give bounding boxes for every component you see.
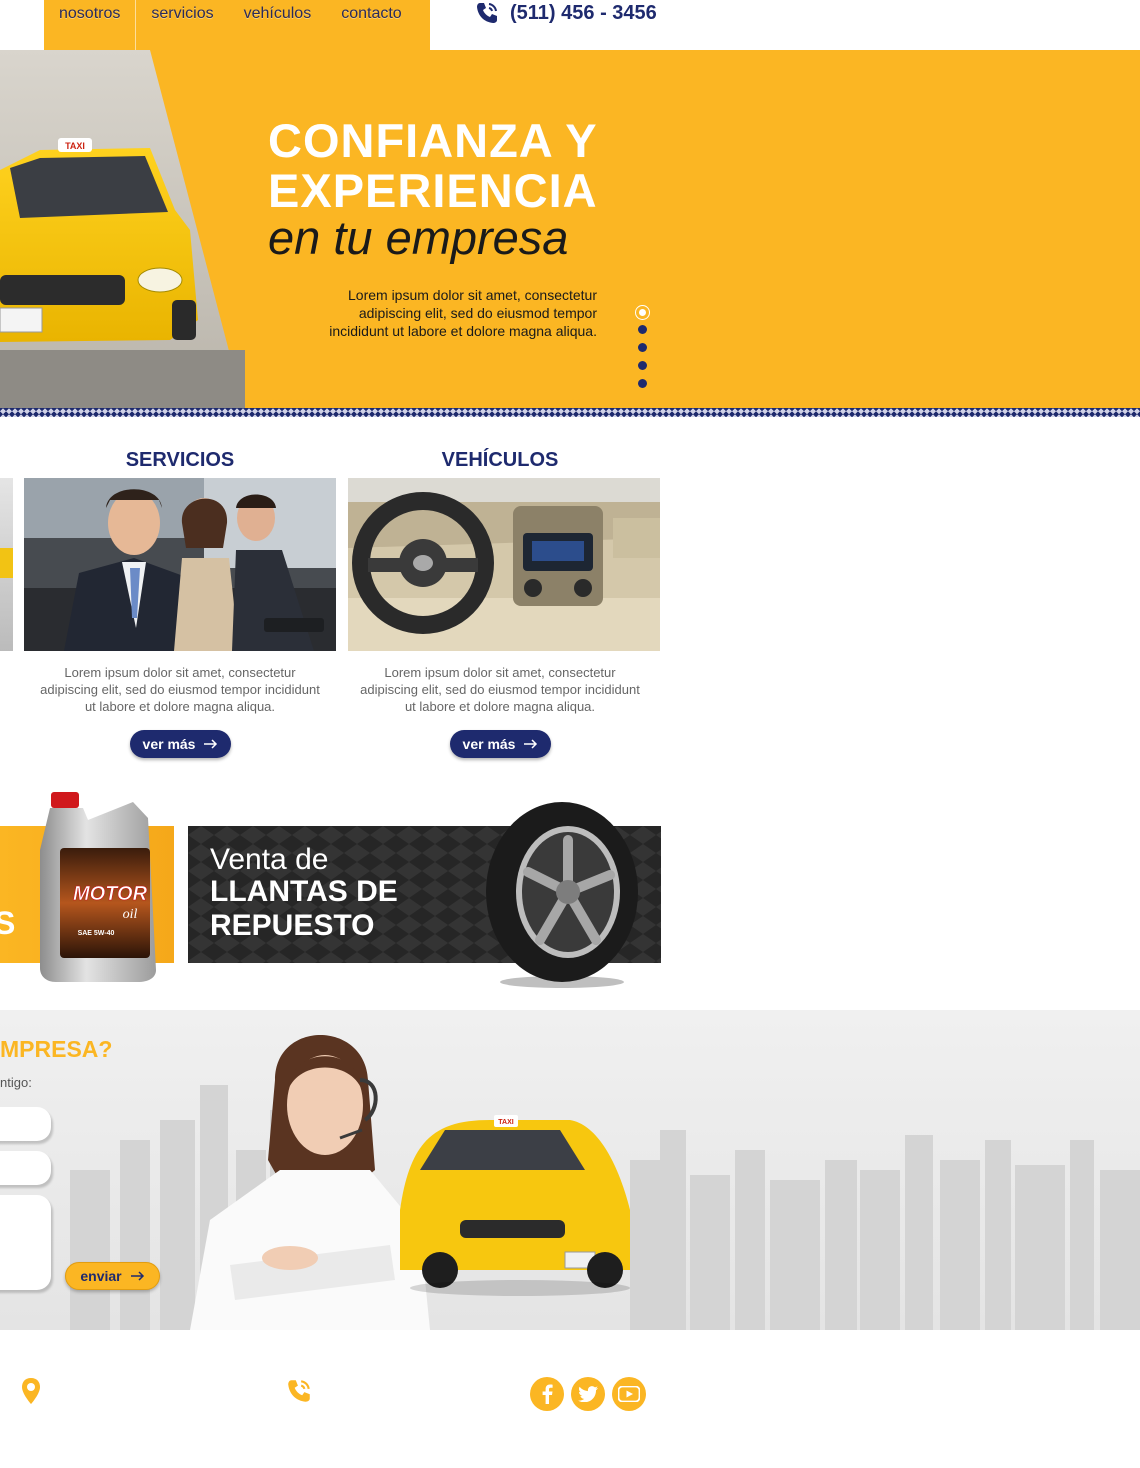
nav-item-contacto[interactable]: contacto [326,0,416,50]
tires-line1: Venta de [210,843,329,876]
nav-item-vehiculos[interactable]: vehículos [229,0,327,50]
email-field[interactable] [0,1151,51,1185]
arrow-right-icon [204,739,218,749]
checkered-divider [0,408,1140,417]
top-bar: nosotros servicios vehículos contacto (5… [0,0,1140,50]
hero-taxi-photo: TAXI [0,50,245,412]
arrow-right-icon [524,739,538,749]
phone-icon [477,3,497,23]
card-text-servicios: Lorem ipsum dolor sit amet, consectetur … [40,665,320,714]
twitter-link[interactable] [571,1377,605,1411]
hero-description: Lorem ipsum dolor sit amet, consectetur … [329,287,597,339]
card-image-vehiculos [348,478,660,651]
oil-brand-text: MOTOR [73,883,148,905]
nav-item-nosotros[interactable]: nosotros [44,0,137,50]
facebook-link[interactable] [530,1377,564,1411]
message-field[interactable] [0,1195,51,1290]
hero-title: CONFIANZA Y EXPERIENCIA en tu empresa [268,114,608,264]
arrow-right-icon [130,1271,144,1281]
contact-title: MPRESA? [0,1036,113,1062]
card-title-vehiculos: VEHÍCULOS [441,449,559,471]
slider-dot-1[interactable] [636,306,649,319]
slider-dot-2[interactable] [637,325,647,334]
motor-oil-bottle: MOTOR oil SAE 5W-40 [40,792,156,982]
youtube-icon [618,1386,640,1402]
main-nav: nosotros servicios vehículos contacto [44,0,430,50]
hero-banner: TAXI CONFIANZA Y EXPERIENCIA en tu empre… [0,50,1140,412]
oil-sub-text: oil [123,907,138,922]
name-field[interactable] [0,1107,51,1141]
slider-dot-3[interactable] [637,343,647,352]
svg-text:TAXI: TAXI [498,1119,513,1126]
facebook-icon [542,1384,553,1404]
send-button[interactable]: enviar [65,1262,160,1290]
slider-dot-5[interactable] [637,379,647,388]
servicios-more-button[interactable]: ver más [130,730,231,758]
operator-with-taxi: TAXI [190,1035,630,1330]
hero-title-line3: en tu empresa [268,211,569,264]
vehiculos-more-label: ver más [462,736,516,752]
phone-icon [288,1380,310,1402]
card-image-partial [0,478,13,651]
slider-dots [636,306,649,397]
tires-line2: LLANTAS DE REPUESTO [210,875,398,942]
contact-subtitle: ntigo: [0,1075,32,1090]
promo-oil-fragment: S [0,905,16,941]
svg-text:TAXI: TAXI [65,141,85,151]
send-button-label: enviar [80,1268,122,1284]
card-text-vehiculos: Lorem ipsum dolor sit amet, consectetur … [360,665,640,714]
hero-title-line1: CONFIANZA Y [268,114,598,167]
nav-item-servicios[interactable]: servicios [136,0,228,50]
slider-dot-4[interactable] [637,361,647,370]
youtube-link[interactable] [612,1377,646,1411]
header-phone-number: (511) 456 - 3456 [510,1,657,24]
card-title-servicios: SERVICIOS [125,449,235,471]
vehiculos-more-button[interactable]: ver más [450,730,551,758]
hero-title-line2: EXPERIENCIA [268,164,598,217]
location-pin-icon [22,1378,40,1404]
twitter-icon [578,1386,598,1402]
header-phone[interactable]: (511) 456 - 3456 [474,0,657,26]
tire-image [486,802,638,988]
oil-grade-text: SAE 5W-40 [78,930,115,937]
card-image-servicios [24,478,336,651]
servicios-more-label: ver más [142,736,196,752]
